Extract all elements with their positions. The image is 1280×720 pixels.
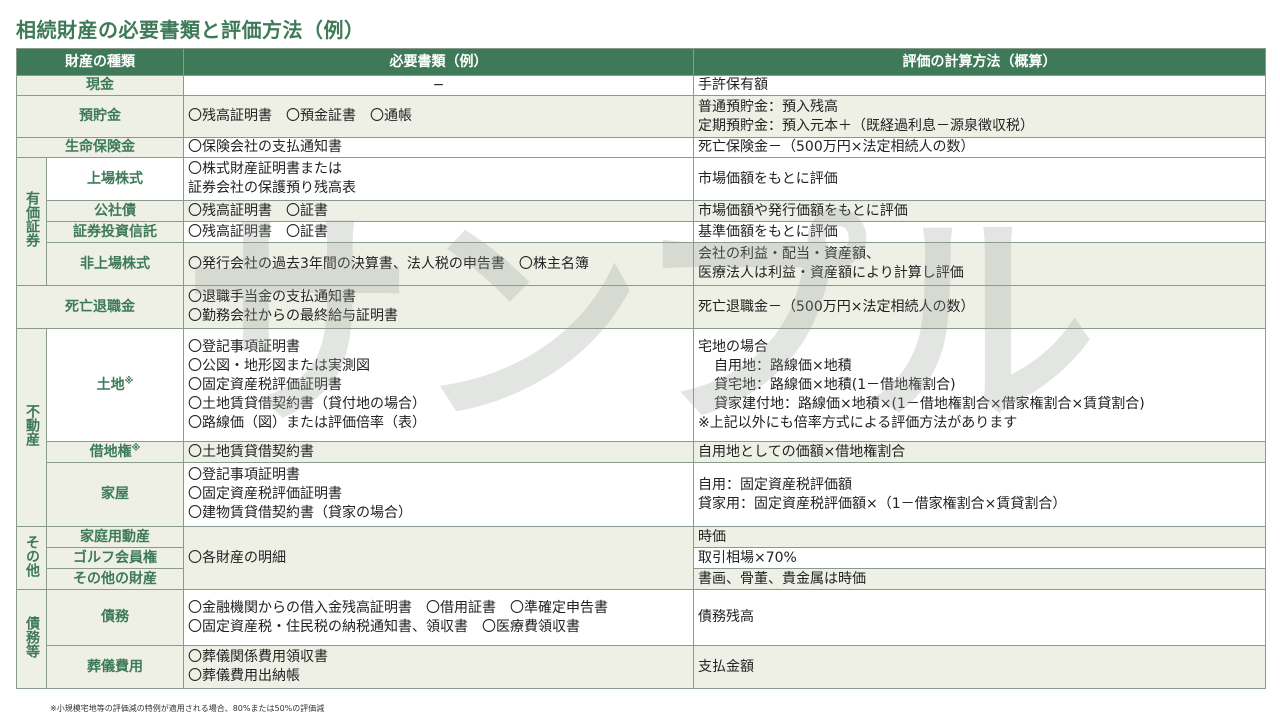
row-corporate-bonds-docs: 〇残高証明書 〇証書 xyxy=(188,202,328,219)
row-land-name: 土地 xyxy=(96,376,125,393)
group-securities-label: 有価証券 xyxy=(24,191,40,247)
footnote: ※小規模宅地等の評価減の特例が適用される場合、80%または50%の評価減 xyxy=(50,704,325,713)
row-funeral-name: 葬儀費用 xyxy=(46,645,184,689)
row-debt-docs-1: 〇金融機関からの借入金残高証明書 〇借用証書 〇準確定申告書 xyxy=(188,599,608,616)
row-corporate-bonds-name: 公社債 xyxy=(46,200,184,222)
row-land-docs-1: 〇登記事項証明書 xyxy=(188,338,300,355)
row-land: 不動産 土地※ 〇登記事項証明書 〇公図・地形図または実測図 〇固定資産税評価証… xyxy=(16,328,1266,527)
row-leasehold-mark: ※ xyxy=(131,442,141,453)
group-real-estate: 不動産 xyxy=(16,328,47,527)
row-funeral-docs-2: 〇葬儀費用出納帳 xyxy=(188,668,300,684)
row-unlisted-stock-eval-1: 会社の利益・配当・資産額、 xyxy=(698,246,880,262)
row-cash: 現金 − 手許保有額 xyxy=(16,75,1266,96)
group-securities: 有価証券 xyxy=(16,157,47,286)
row-golf-eval: 取引相場×70% xyxy=(698,549,797,566)
row-other-docs: 〇各財産の明細 xyxy=(188,549,286,566)
row-retirement-docs-2: 〇勤務会社からの最終給与証明書 xyxy=(188,308,398,324)
row-house-eval-2: 貸家用：固定資産税評価額×（1－借家権割合×賃貸割合） xyxy=(698,495,1067,512)
row-funeral-eval: 支払金額 xyxy=(698,658,754,675)
row-cash-docs: − xyxy=(432,77,445,93)
row-land-docs-3: 〇固定資産税評価証明書 xyxy=(188,376,342,393)
row-house: 家屋 〇登記事項証明書 〇固定資産税評価証明書 〇建物賃貸借契約書（貸家の場合）… xyxy=(17,462,1266,527)
row-land-mark: ※ xyxy=(124,375,134,386)
row-deposits-eval-2: 定期預貯金：預入元本＋（既経過利息－源泉徴収税） xyxy=(698,117,1034,134)
row-land-eval-note: ※上記以外にも倍率方式による評価方法があります xyxy=(698,414,1018,431)
row-house-name: 家屋 xyxy=(46,462,184,527)
row-listed-stock-eval: 市場価額をもとに評価 xyxy=(698,170,838,187)
table-header-row: 財産の種類 必要書類（例） 評価の計算方法（概算） xyxy=(16,48,1266,76)
row-other-assets-eval: 書画、骨董、貴金属は時価 xyxy=(698,570,866,587)
row-retirement-name: 死亡退職金 xyxy=(16,285,184,329)
row-life-insurance-docs: 〇保険会社の支払通知書 xyxy=(188,139,342,155)
row-cash-name: 現金 xyxy=(16,75,184,96)
row-deposits-name: 預貯金 xyxy=(16,95,184,138)
row-deposits-docs: 〇残高証明書 〇預金証書 〇通帳 xyxy=(188,108,412,124)
row-retirement-eval: 死亡退職金－（500万円×法定相続人の数） xyxy=(698,298,975,315)
row-corporate-bonds-eval: 市場価額や発行価額をもとに評価 xyxy=(698,202,908,219)
row-household-name: 家庭用動産 xyxy=(46,526,184,548)
row-life-insurance-eval: 死亡保険金－（500万円×法定相続人の数） xyxy=(698,139,975,155)
row-retirement: 死亡退職金 〇退職手当金の支払通知書 〇勤務会社からの最終給与証明書 死亡退職金… xyxy=(16,285,1266,329)
page-title: 相続財産の必要書類と評価方法（例） xyxy=(16,18,365,42)
row-investment-trust-name: 証券投資信託 xyxy=(46,221,184,243)
header-docs: 必要書類（例） xyxy=(183,48,694,76)
row-deposits-eval-1: 普通預貯金：預入残高 xyxy=(698,98,838,115)
row-leasehold-name: 借地権 xyxy=(89,443,132,460)
row-listed-stock-name: 上場株式 xyxy=(46,157,184,201)
row-deposits: 預貯金 〇残高証明書 〇預金証書 〇通帳 普通預貯金：預入残高 定期預貯金：預入… xyxy=(16,95,1266,138)
row-unlisted-stock-eval-2: 医療法人は利益・資産額により計算し評価 xyxy=(698,265,964,281)
row-land-eval-sub-3: 貸家建付地：路線価×地積×(1－借地権割合×借家権割合×賃貸割合) xyxy=(714,395,1145,412)
row-life-insurance-name: 生命保険金 xyxy=(16,137,184,158)
row-land-eval-sub-1: 自用地：路線価×地積 xyxy=(714,357,852,374)
row-unlisted-stock-name: 非上場株式 xyxy=(46,242,184,286)
row-debt-eval: 債務残高 xyxy=(698,609,754,625)
row-other-assets-name: その他の財産 xyxy=(46,568,184,590)
row-land-docs-4: 〇土地賃貸借契約書（貸付地の場合） xyxy=(188,395,426,412)
row-leasehold-eval: 自用地としての価額×借地権割合 xyxy=(698,443,906,460)
group-debts: 債務等 xyxy=(16,589,47,689)
row-cash-eval: 手許保有額 xyxy=(698,77,768,93)
row-debt-name: 債務 xyxy=(46,589,184,646)
row-house-docs-2: 〇固定資産税評価証明書 xyxy=(188,486,342,502)
header-type: 財産の種類 xyxy=(16,48,184,76)
row-listed-stock-docs-2: 証券会社の保護預り残高表 xyxy=(188,180,356,196)
row-land-eval-sub-2: 貸宅地：路線価×地積(1－借地権割合) xyxy=(714,376,956,393)
row-land-docs-5: 〇路線価（図）または評価倍率（表） xyxy=(188,414,426,431)
header-eval: 評価の計算方法（概算） xyxy=(693,48,1266,76)
row-debt-docs-2: 〇固定資産税・住民税の納税通知書、領収書 〇医療費領収書 xyxy=(188,618,580,635)
row-land-docs-2: 〇公図・地形図または実測図 xyxy=(188,357,370,374)
row-house-docs-3: 〇建物賃貸借契約書（貸家の場合） xyxy=(188,505,412,521)
group-other-label: その他 xyxy=(24,534,40,577)
row-golf-name: ゴルフ会員権 xyxy=(46,547,184,569)
row-household-eval: 時価 xyxy=(698,528,726,545)
row-funeral-docs-1: 〇葬儀関係費用領収書 xyxy=(188,649,328,665)
row-corporate-bonds: 公社債 〇残高証明書 〇証書 市場価額や発行価額をもとに評価 xyxy=(17,200,1266,222)
row-funeral: 葬儀費用 〇葬儀関係費用領収書 〇葬儀費用出納帳 支払金額 xyxy=(17,645,1266,689)
row-investment-trust-eval: 基準価額をもとに評価 xyxy=(698,223,838,240)
row-household: その他 家庭用動産 〇各財産の明細 時価 xyxy=(16,526,1266,590)
row-debt: 債務等 債務 〇金融機関からの借入金残高証明書 〇借用証書 〇準確定申告書 〇固… xyxy=(16,589,1266,689)
row-investment-trust: 証券投資信託 〇残高証明書 〇証書 基準価額をもとに評価 xyxy=(17,221,1266,243)
row-life-insurance: 生命保険金 〇保険会社の支払通知書 死亡保険金－（500万円×法定相続人の数） xyxy=(16,137,1266,158)
row-house-eval-1: 自用：固定資産税評価額 xyxy=(698,476,852,493)
row-unlisted-stock-docs: 〇発行会社の過去3年間の決算書、法人税の申告書 〇株主名簿 xyxy=(188,255,589,272)
row-unlisted-stock: 非上場株式 〇発行会社の過去3年間の決算書、法人税の申告書 〇株主名簿 会社の利… xyxy=(17,242,1266,286)
row-leasehold-docs: 〇土地賃貸借契約書 xyxy=(188,443,314,460)
row-retirement-docs-1: 〇退職手当金の支払通知書 xyxy=(188,289,356,305)
row-house-docs-1: 〇登記事項証明書 xyxy=(188,467,300,483)
row-listed-stock-docs-1: 〇株式財産証明書または xyxy=(188,161,342,177)
group-other: その他 xyxy=(16,526,47,590)
row-leasehold: 借地権※ 〇土地賃貸借契約書 自用地としての価額×借地権割合 xyxy=(17,441,1266,463)
row-investment-trust-docs: 〇残高証明書 〇証書 xyxy=(188,223,328,240)
asset-table: 財産の種類 必要書類（例） 評価の計算方法（概算） 現金 − 手許保有額 預貯金… xyxy=(16,48,1266,689)
group-debts-label: 債務等 xyxy=(24,615,40,658)
group-real-estate-label: 不動産 xyxy=(24,404,40,446)
row-land-eval-head: 宅地の場合 xyxy=(698,338,768,355)
row-listed-stock: 有価証券 上場株式 〇株式財産証明書または 証券会社の保護預り残高表 市場価額を… xyxy=(16,157,1266,286)
